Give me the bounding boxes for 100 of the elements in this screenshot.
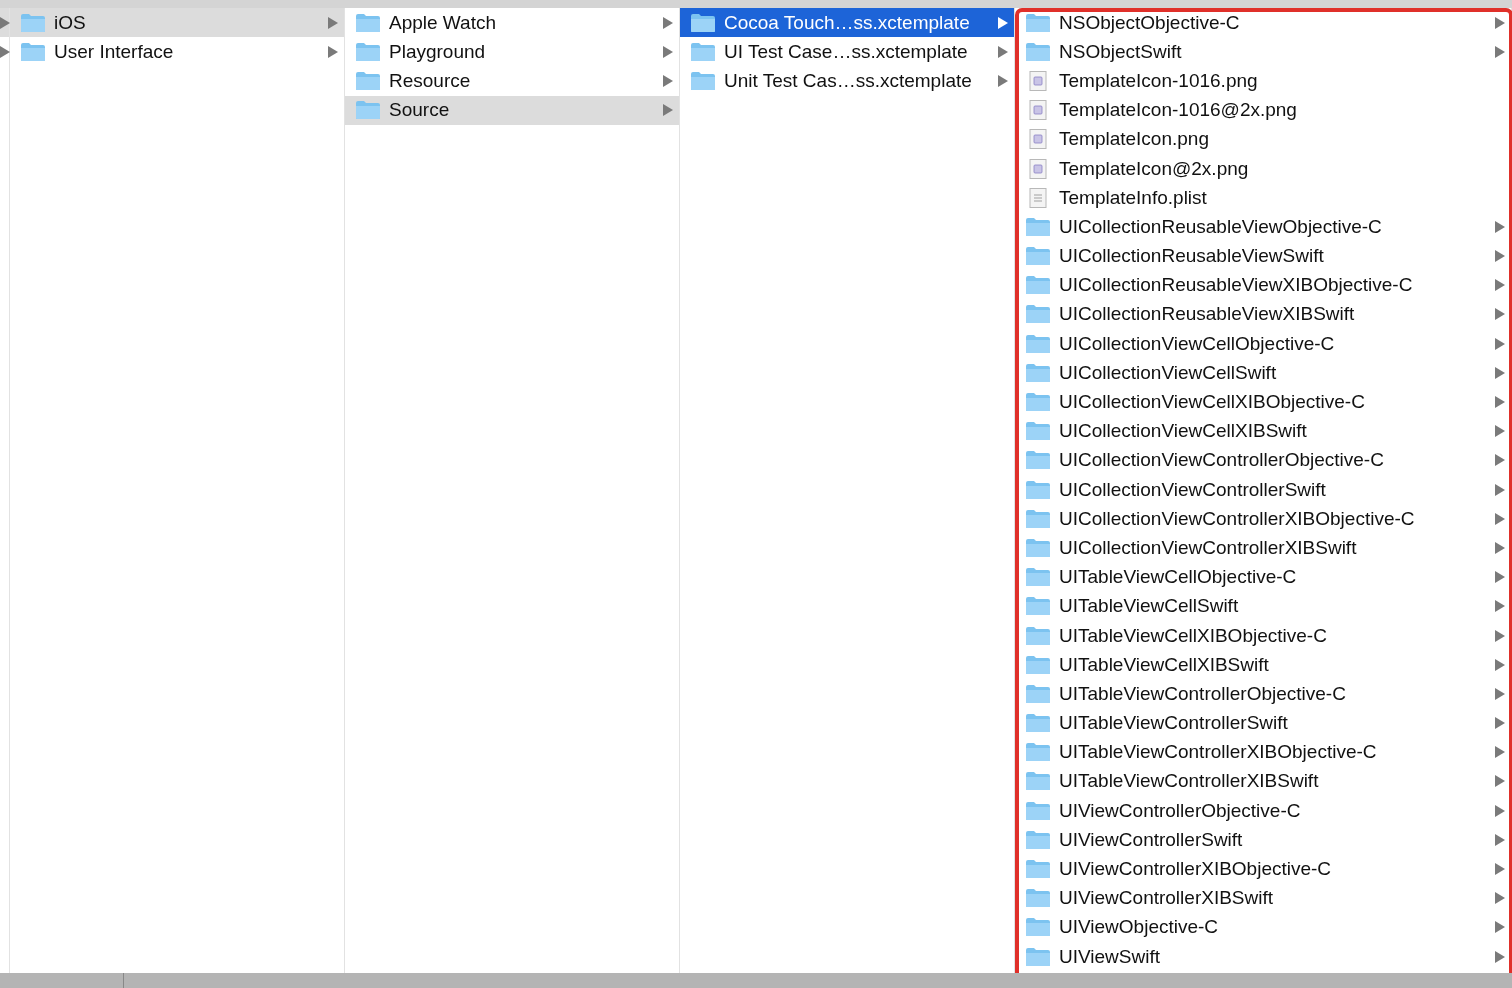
file-list-item[interactable]: TemplateIcon@2x.png: [1015, 153, 1511, 184]
file-list-item[interactable]: Playground: [345, 37, 679, 67]
file-list-item[interactable]: UIViewControllerSwift: [1015, 825, 1511, 855]
folder-icon: [1025, 275, 1051, 296]
file-name: TemplateIcon-1016@2x.png: [1059, 99, 1298, 122]
file-list-item[interactable]: UIViewObjective-C: [1015, 912, 1511, 942]
file-list-item[interactable]: UITableViewControllerObjective-C: [1015, 679, 1511, 709]
file-list-item[interactable]: UICollectionViewControllerObjective-C: [1015, 445, 1511, 475]
file-list-item[interactable]: NSObjectSwift: [1015, 37, 1511, 67]
file-name: UITableViewControllerXIBSwift: [1059, 770, 1320, 793]
disclosure-arrow-icon: [1495, 250, 1505, 263]
folder-icon: [1025, 362, 1051, 383]
disclosure-arrow-icon: [1495, 950, 1505, 963]
file-name: UICollectionViewControllerObjective-C: [1059, 449, 1385, 472]
file-list-item[interactable]: UICollectionReusableViewXIBSwift: [1015, 299, 1511, 330]
file-list-item[interactable]: UICollectionViewControllerSwift: [1015, 475, 1511, 505]
file-list-item[interactable]: UICollectionViewCellSwift: [1015, 358, 1511, 388]
folder-icon: [1025, 829, 1051, 850]
folder-icon: [1025, 508, 1051, 529]
folder-icon: [20, 41, 46, 62]
file-list-item[interactable]: TemplateIcon-1016.png: [1015, 66, 1511, 96]
file-name: Apple Watch: [389, 11, 497, 34]
file-name: UIViewControllerXIBSwift: [1059, 887, 1274, 910]
disclosure-arrow-icon: [998, 74, 1008, 87]
file-list-item[interactable]: UITableViewCellObjective-C: [1015, 562, 1511, 592]
file-name: TemplateInfo.plist: [1059, 186, 1208, 209]
folder-icon: [20, 12, 46, 33]
disclosure-arrow-icon: [1495, 629, 1505, 642]
disclosure-arrow-icon: [1495, 687, 1505, 700]
file-name: UICollectionViewCellSwift: [1059, 361, 1278, 384]
disclosure-arrow-icon: [1495, 454, 1505, 467]
file-list-item[interactable]: UICollectionReusableViewSwift: [1015, 241, 1511, 271]
file-list-item[interactable]: UITableViewControllerXIBSwift: [1015, 766, 1511, 797]
file-list-item[interactable]: UIViewSwift: [1015, 942, 1511, 972]
disclosure-arrow-icon: [1495, 366, 1505, 379]
file-list-item[interactable]: Source: [345, 95, 679, 125]
file-name: UIViewControllerObjective-C: [1059, 799, 1302, 822]
file-name: UITableViewControllerSwift: [1059, 712, 1289, 735]
folder-icon: [1025, 683, 1051, 704]
file-name: UICollectionReusableViewXIBSwift: [1059, 303, 1356, 326]
disclosure-arrow-icon: [1495, 833, 1505, 846]
file-list-item[interactable]: Resource: [345, 66, 679, 96]
folder-icon: [1025, 246, 1051, 267]
file-list-item[interactable]: UIViewControllerXIBSwift: [1015, 883, 1511, 913]
file-list-item[interactable]: UIViewControllerXIBObjective-C: [1015, 854, 1511, 884]
file-list-item[interactable]: UIViewControllerObjective-C: [1015, 796, 1511, 826]
file-name: NSObjectObjective-C: [1059, 11, 1241, 34]
file-name: TemplateIcon@2x.png: [1059, 157, 1250, 180]
file-name: UI Test Case…ss.xctemplate: [724, 40, 969, 63]
file-name: Playground: [389, 40, 487, 63]
folder-icon: [1025, 421, 1051, 442]
file-list-item[interactable]: UICollectionReusableViewXIBObjective-C: [1015, 270, 1511, 300]
folder-icon: [1025, 12, 1051, 33]
file-list-item[interactable]: TemplateIcon-1016@2x.png: [1015, 95, 1511, 125]
file-list-item[interactable]: Unit Test Cas…ss.xctemplate: [680, 66, 1014, 96]
file-list-item[interactable]: User Interface: [10, 37, 344, 67]
file-list-item[interactable]: UITableViewCellXIBSwift: [1015, 650, 1511, 680]
file-name: UITableViewCellSwift: [1059, 595, 1240, 618]
file-list-item[interactable]: UICollectionViewControllerXIBObjective-C: [1015, 504, 1511, 534]
file-list-item[interactable]: UI Test Case…ss.xctemplate: [680, 37, 1014, 67]
folder-icon: [1025, 479, 1051, 500]
disclosure-arrow-icon: [328, 16, 338, 29]
folder-icon: [1025, 392, 1051, 413]
file-name: UIViewObjective-C: [1059, 916, 1220, 939]
file-name: Cocoa Touch…ss.xctemplate: [724, 11, 971, 34]
file-name: NSObjectSwift: [1059, 40, 1183, 63]
file-list-item[interactable]: NSObjectObjective-C: [1015, 8, 1511, 38]
folder-icon: [1025, 216, 1051, 237]
folder-icon: [355, 12, 381, 33]
file-list-item[interactable]: UITableViewCellSwift: [1015, 591, 1511, 621]
file-list-item[interactable]: TemplateInfo.plist: [1015, 183, 1511, 213]
disclosure-arrow-icon: [998, 45, 1008, 58]
file-name: Resource: [389, 69, 472, 92]
file-list-item[interactable]: Apple Watch: [345, 8, 679, 38]
file-list-item[interactable]: [0, 8, 9, 38]
file-list-item[interactable]: UICollectionReusableViewObjective-C: [1015, 212, 1511, 242]
disclosure-arrow-icon: [1495, 921, 1505, 934]
file-name: UICollectionReusableViewObjective-C: [1059, 215, 1383, 238]
folder-icon: [1025, 859, 1051, 880]
disclosure-arrow-icon: [1495, 220, 1505, 233]
file-list-item[interactable]: UICollectionViewCellXIBObjective-C: [1015, 387, 1511, 417]
file-list-item[interactable]: UITableViewCellXIBObjective-C: [1015, 620, 1511, 651]
folder-icon: [1025, 567, 1051, 588]
disclosure-arrow-icon: [1495, 541, 1505, 554]
file-list-item[interactable]: UITableViewControllerSwift: [1015, 708, 1511, 738]
file-list-item[interactable]: Cocoa Touch…ss.xctemplate: [680, 8, 1014, 38]
disclosure-arrow-icon: [1495, 658, 1505, 671]
file-list-item[interactable]: UICollectionViewCellXIBSwift: [1015, 416, 1511, 446]
file-list-item[interactable]: UICollectionViewControllerXIBSwift: [1015, 533, 1511, 563]
file-list-item[interactable]: UICollectionViewCellObjective-C: [1015, 329, 1511, 359]
file-list-item[interactable]: TemplateIcon.png: [1015, 124, 1511, 154]
folder-icon: [1025, 800, 1051, 821]
file-name: UICollectionViewCellObjective-C: [1059, 332, 1336, 355]
folder-icon: [1025, 41, 1051, 62]
file-list-item[interactable]: UITableViewControllerXIBObjective-C: [1015, 737, 1511, 767]
file-name: TemplateIcon-1016.png: [1059, 69, 1259, 92]
file-list-item[interactable]: iOS: [10, 8, 344, 38]
disclosure-arrow-icon: [1495, 863, 1505, 876]
disclosure-arrow-icon: [1495, 512, 1505, 525]
disclosure-arrow-icon: [1495, 600, 1505, 613]
